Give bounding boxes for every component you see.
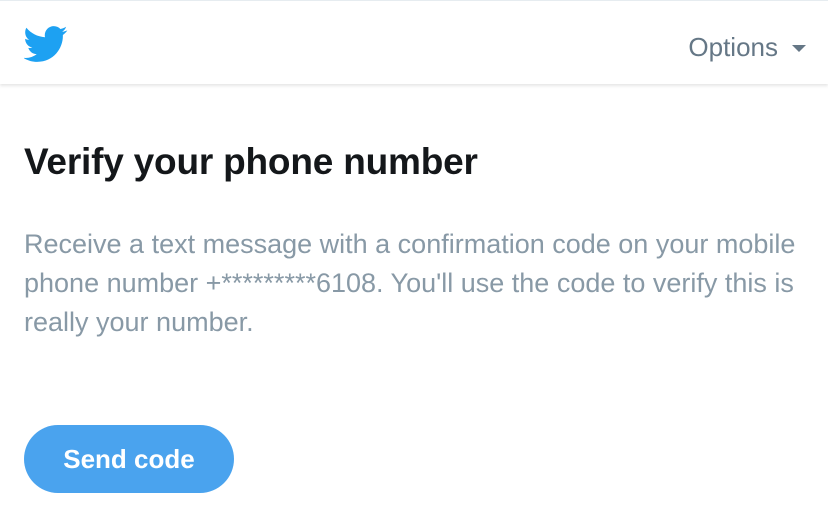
twitter-bird-icon[interactable] bbox=[23, 26, 68, 62]
page-title: Verify your phone number bbox=[24, 141, 478, 182]
options-label: Options bbox=[688, 32, 778, 62]
caret-down-icon bbox=[792, 44, 806, 52]
options-menu-button[interactable]: Options bbox=[688, 31, 806, 63]
send-code-button[interactable]: Send code bbox=[24, 425, 234, 493]
verification-description: Receive a text message with a confirmati… bbox=[24, 229, 796, 337]
top-bar: Options bbox=[0, 0, 828, 84]
